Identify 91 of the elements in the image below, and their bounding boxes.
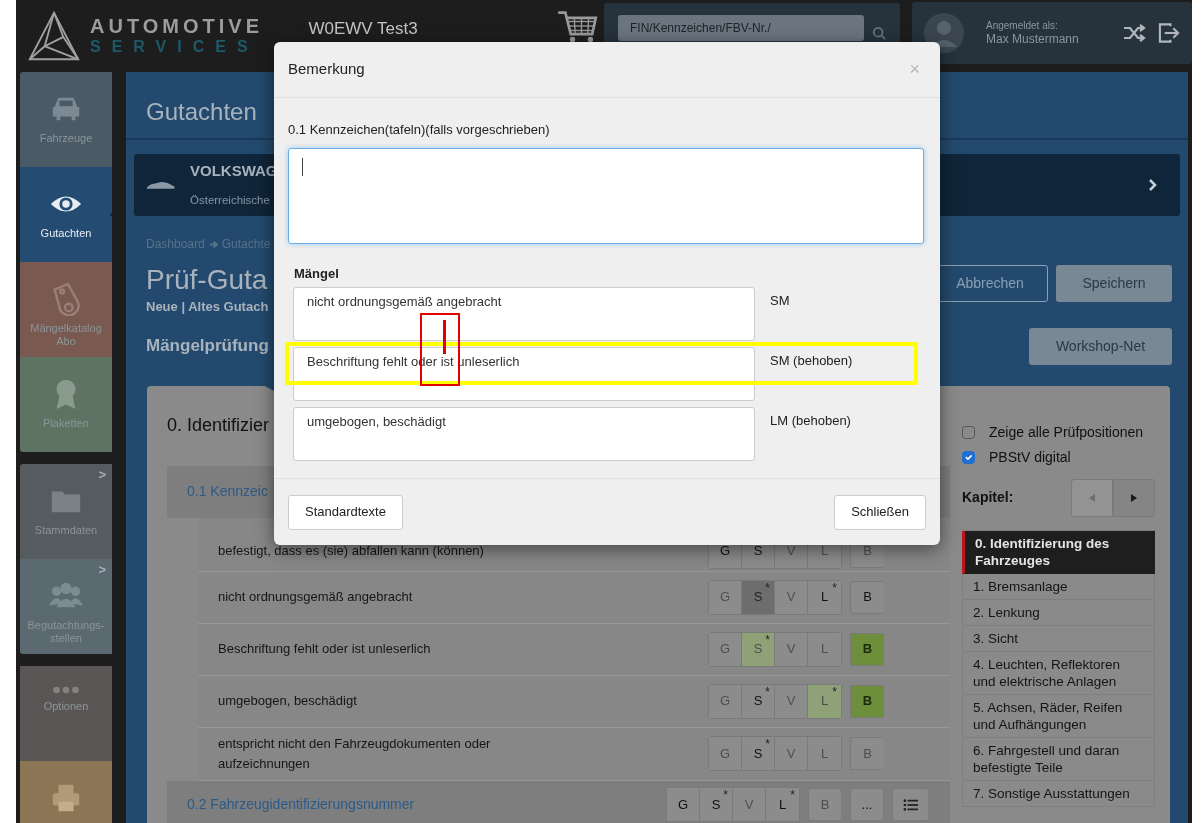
chapter-label: Kapitel: bbox=[962, 488, 1014, 507]
page-title: Prüf-Guta bbox=[146, 263, 269, 297]
grade-button[interactable]: V bbox=[775, 632, 808, 666]
shuffle-icon[interactable] bbox=[1122, 23, 1146, 43]
vehicle-subtitle: Österreichische bbox=[190, 194, 270, 206]
grade-button[interactable]: S * bbox=[742, 684, 775, 718]
grade-button[interactable]: G bbox=[709, 737, 742, 770]
save-button[interactable]: Speichern bbox=[1056, 265, 1172, 302]
defect-type: SM (behoben) bbox=[770, 352, 853, 370]
item-text: entspricht nicht den Fahrzeugdokumenten oder aufzeichnungen bbox=[218, 734, 492, 773]
cart-icon[interactable] bbox=[556, 9, 598, 43]
item-text: nicht ordnungsgemäß angebracht bbox=[218, 588, 413, 606]
sidebar-item[interactable]: Stammdaten > bbox=[20, 464, 112, 559]
defect-type: SM bbox=[770, 292, 790, 310]
section-link[interactable]: 0.1 Kennzeic bbox=[187, 481, 268, 502]
grade-button[interactable]: L * bbox=[808, 580, 841, 614]
search-field[interactable]: FIN/Kennzeichen/FBV-Nr./ bbox=[618, 15, 864, 41]
checkbox-label: PBStV digital bbox=[989, 447, 1071, 467]
grade-button[interactable]: V bbox=[775, 580, 808, 614]
vehicle-name: VOLKSWAG bbox=[190, 162, 278, 179]
item-text: befestigt, dass es (sie) abfallen kann (können) bbox=[218, 542, 484, 560]
grade-button[interactable]: G bbox=[709, 684, 742, 718]
chapter-item[interactable]: 2. Lenkung bbox=[962, 599, 1155, 626]
checkbox-label: Zeige alle Prüfpositionen bbox=[989, 422, 1144, 442]
checkbox[interactable] bbox=[962, 425, 975, 439]
grade-button[interactable]: V bbox=[733, 788, 766, 821]
sidebar-item[interactable]: Optionen bbox=[20, 666, 112, 761]
sidebar-item[interactable]: Fahrzeuge bbox=[20, 72, 112, 167]
chapter-item[interactable]: 1. Bremsanlage bbox=[962, 573, 1155, 600]
chapter-item[interactable]: 5. Achsen, Räder, Reifen und Aufhängungen bbox=[962, 694, 1155, 738]
more-button[interactable]: ... bbox=[850, 788, 884, 821]
grade-button[interactable]: S * bbox=[742, 580, 775, 614]
chevron-right-icon[interactable] bbox=[1148, 179, 1158, 191]
chapter-item[interactable]: 3. Sicht bbox=[962, 625, 1155, 652]
user-label: Angemeldet als: bbox=[986, 20, 1059, 32]
caret-icon bbox=[1130, 492, 1138, 503]
logo-title: AUTOMOTIVE bbox=[90, 15, 263, 37]
list-icon bbox=[902, 798, 919, 813]
subheading: Mängelprüfung bbox=[146, 335, 269, 358]
checkbox[interactable] bbox=[962, 450, 975, 464]
item-text: umgebogen, beschädigt bbox=[218, 692, 357, 710]
chapter-heading: 0. Identifizier bbox=[167, 414, 270, 435]
logo-subtitle: SERVICES bbox=[90, 37, 260, 57]
account-name: W0EWV Test3 bbox=[308, 18, 419, 40]
grade-button[interactable]: V bbox=[775, 684, 808, 718]
workshop-button[interactable]: Workshop-Net bbox=[1029, 327, 1172, 365]
chapter-item[interactable]: 6. Fahrgestell und daran befestigte Teile bbox=[962, 737, 1155, 781]
text-cursor bbox=[302, 157, 303, 176]
grade-button[interactable]: S * bbox=[700, 788, 733, 821]
section-row[interactable]: 0.2 Fahrzeugidentifizierungsnummer G S * V L * B ... bbox=[167, 780, 950, 823]
submenu-arrow: > bbox=[98, 563, 106, 576]
grade-button[interactable]: B bbox=[850, 632, 884, 666]
caret-icon bbox=[1088, 492, 1096, 503]
field-label: 0.1 Kennzeichen(tafeln)(falls vorgeschrieben) bbox=[288, 121, 551, 139]
grade-button[interactable]: G bbox=[709, 580, 742, 614]
list-button[interactable] bbox=[892, 788, 928, 821]
cursor-mark bbox=[443, 320, 446, 354]
chapter-item[interactable]: 0. Identifizierung des Fahrzeuges bbox=[962, 530, 1155, 574]
grade-button[interactable]: B bbox=[850, 737, 884, 770]
submenu-arrow: > bbox=[98, 468, 106, 481]
grade-button[interactable]: B bbox=[808, 788, 842, 821]
chapter-item[interactable]: 4. Leuchten, Reflektoren und elektrische Anlagen bbox=[962, 651, 1155, 695]
close-dialog-button[interactable]: Schließen bbox=[834, 494, 926, 530]
section-label: Mängel bbox=[294, 264, 340, 283]
grade-button[interactable]: S * bbox=[742, 632, 775, 666]
logout-icon[interactable] bbox=[1158, 22, 1180, 44]
grade-button[interactable]: L bbox=[808, 737, 841, 770]
arrow-icon bbox=[208, 239, 218, 249]
grade-button[interactable]: G bbox=[709, 632, 742, 666]
grade-button[interactable]: S * bbox=[742, 737, 775, 770]
grade-button[interactable]: B bbox=[850, 684, 884, 718]
user-name: Max Mustermann bbox=[986, 32, 1080, 46]
chapter-item[interactable]: 7. Sonstige Ausstattungen bbox=[962, 780, 1155, 807]
grade-button[interactable]: V bbox=[775, 737, 808, 770]
defect-field[interactable]: nicht ordnungsgemäß angebracht bbox=[293, 287, 755, 341]
defect-field[interactable]: umgebogen, beschädigt bbox=[293, 407, 755, 461]
logo-icon bbox=[26, 9, 82, 63]
grade-button[interactable]: L * bbox=[766, 788, 799, 821]
search-icon[interactable] bbox=[872, 26, 886, 40]
grade-button[interactable]: B bbox=[850, 580, 884, 614]
grade-button[interactable]: L * bbox=[808, 684, 841, 718]
comment-field[interactable] bbox=[288, 147, 924, 244]
defect-type: LM (behoben) bbox=[770, 412, 851, 430]
standard-texts-button[interactable]: Standardtexte bbox=[288, 494, 403, 530]
grade-button[interactable]: G bbox=[667, 788, 700, 821]
item-text: Beschriftung fehlt oder ist unleserlich bbox=[218, 640, 431, 658]
sidebar-item[interactable]: Mängelkatalog Abo bbox=[20, 262, 112, 357]
grade-button[interactable]: L bbox=[808, 632, 841, 666]
section-link[interactable]: 0.2 Fahrzeugidentifizierungsnummer bbox=[187, 794, 415, 815]
car-icon bbox=[146, 180, 176, 190]
page-subtitle: Neue | Altes Gutach bbox=[146, 298, 269, 316]
